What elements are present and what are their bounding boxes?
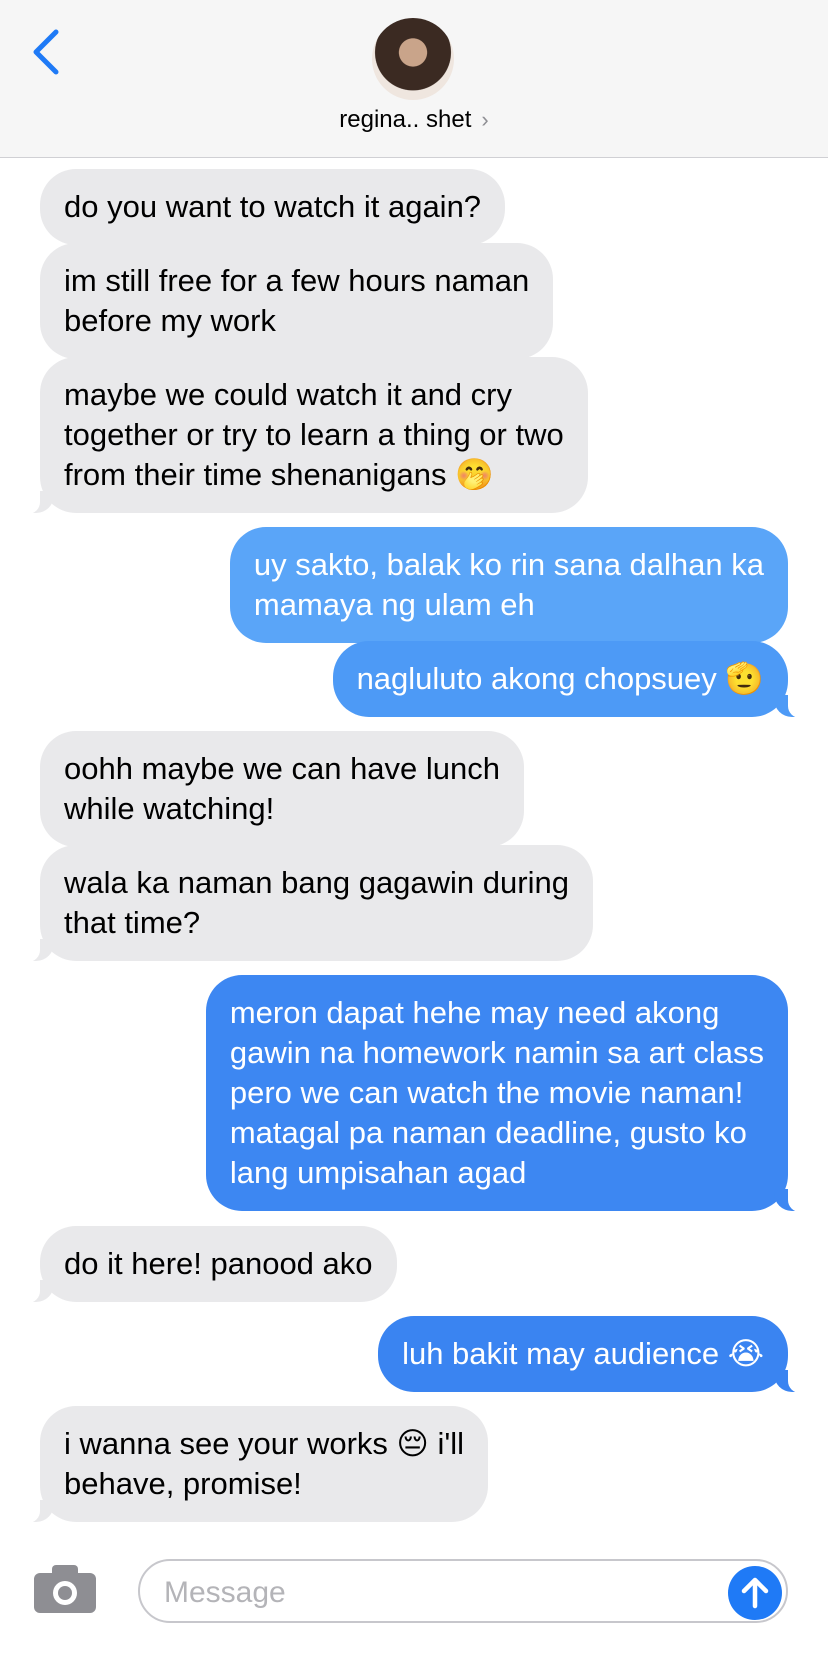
conversation-header: regina.. shet ›	[0, 0, 828, 158]
message-text: maybe we could watch it and cry	[64, 377, 512, 412]
message-text: oohh maybe we can have lunch	[64, 751, 501, 786]
message-bubble-sent[interactable]: luh bakit may audience 😭	[378, 1316, 802, 1393]
message-text: im still free for a few hours naman	[64, 263, 530, 298]
message-text: pero we can watch the movie naman!	[229, 1075, 744, 1110]
message-text: meron dapat hehe may need akong	[229, 995, 720, 1030]
message-input-placeholder: Message	[164, 1576, 286, 1609]
message-text: mamaya ng ulam eh	[253, 587, 535, 622]
message-text: do it here! panood ako	[64, 1246, 373, 1281]
send-button[interactable]	[728, 1566, 782, 1620]
message-text: wala ka naman bang gagawin during	[64, 865, 569, 900]
camera-icon	[34, 1565, 96, 1613]
message-bubble-received[interactable]: do it here! panood ako	[26, 1226, 397, 1303]
message-text: before my work	[64, 303, 276, 338]
message-text: matagal pa naman deadline, gusto ko	[229, 1115, 747, 1150]
message-text: i wanna see your works 😔 i'll	[64, 1426, 465, 1461]
camera-button[interactable]	[34, 1565, 96, 1613]
message-bubble-received[interactable]: oohh maybe we can have lunch while watch…	[40, 731, 525, 847]
back-button[interactable]	[26, 26, 66, 78]
message-composer: Message	[0, 1545, 828, 1661]
contact-avatar[interactable]	[372, 18, 454, 100]
message-text: gawin na homework namin sa art class	[229, 1035, 764, 1070]
message-bubble-sent[interactable]: meron dapat hehe may need akong gawin na…	[205, 975, 803, 1212]
arrow-up-icon	[741, 1577, 769, 1609]
message-text: from their time shenanigans 🤭	[64, 457, 494, 492]
message-bubble-sent[interactable]: uy sakto, balak ko rin sana dalhan ka ma…	[229, 527, 788, 643]
message-text: nagluluto akong chopsuey 🫡	[356, 661, 764, 696]
contact-name-button[interactable]: regina.. shet ›	[0, 106, 828, 134]
message-bubble-received[interactable]: i wanna see your works 😔 i'll behave, pr…	[25, 1406, 489, 1523]
message-bubble-received[interactable]: do you want to watch it again?	[40, 169, 506, 245]
contact-name: regina.. shet	[339, 106, 472, 133]
message-text: that time?	[64, 905, 201, 940]
message-text: luh bakit may audience 😭	[402, 1336, 764, 1371]
message-text: lang umpisahan agad	[229, 1155, 527, 1190]
message-bubble-sent[interactable]: nagluluto akong chopsuey 🫡	[332, 641, 803, 718]
chevron-left-icon	[33, 29, 59, 75]
chevron-right-icon: ›	[481, 107, 489, 132]
message-text: uy sakto, balak ko rin sana dalhan ka	[253, 547, 764, 582]
message-text: together or try to learn a thing or two	[64, 417, 564, 452]
message-input[interactable]: Message	[138, 1559, 788, 1623]
message-bubble-received[interactable]: wala ka naman bang gagawin during that t…	[26, 845, 593, 962]
message-text: while watching!	[64, 791, 275, 826]
message-text: do you want to watch it again?	[64, 189, 482, 224]
message-text: behave, promise!	[64, 1466, 302, 1501]
message-bubble-received[interactable]: maybe we could watch it and cry together…	[26, 357, 588, 514]
message-bubble-received[interactable]: im still free for a few hours naman befo…	[40, 243, 554, 359]
